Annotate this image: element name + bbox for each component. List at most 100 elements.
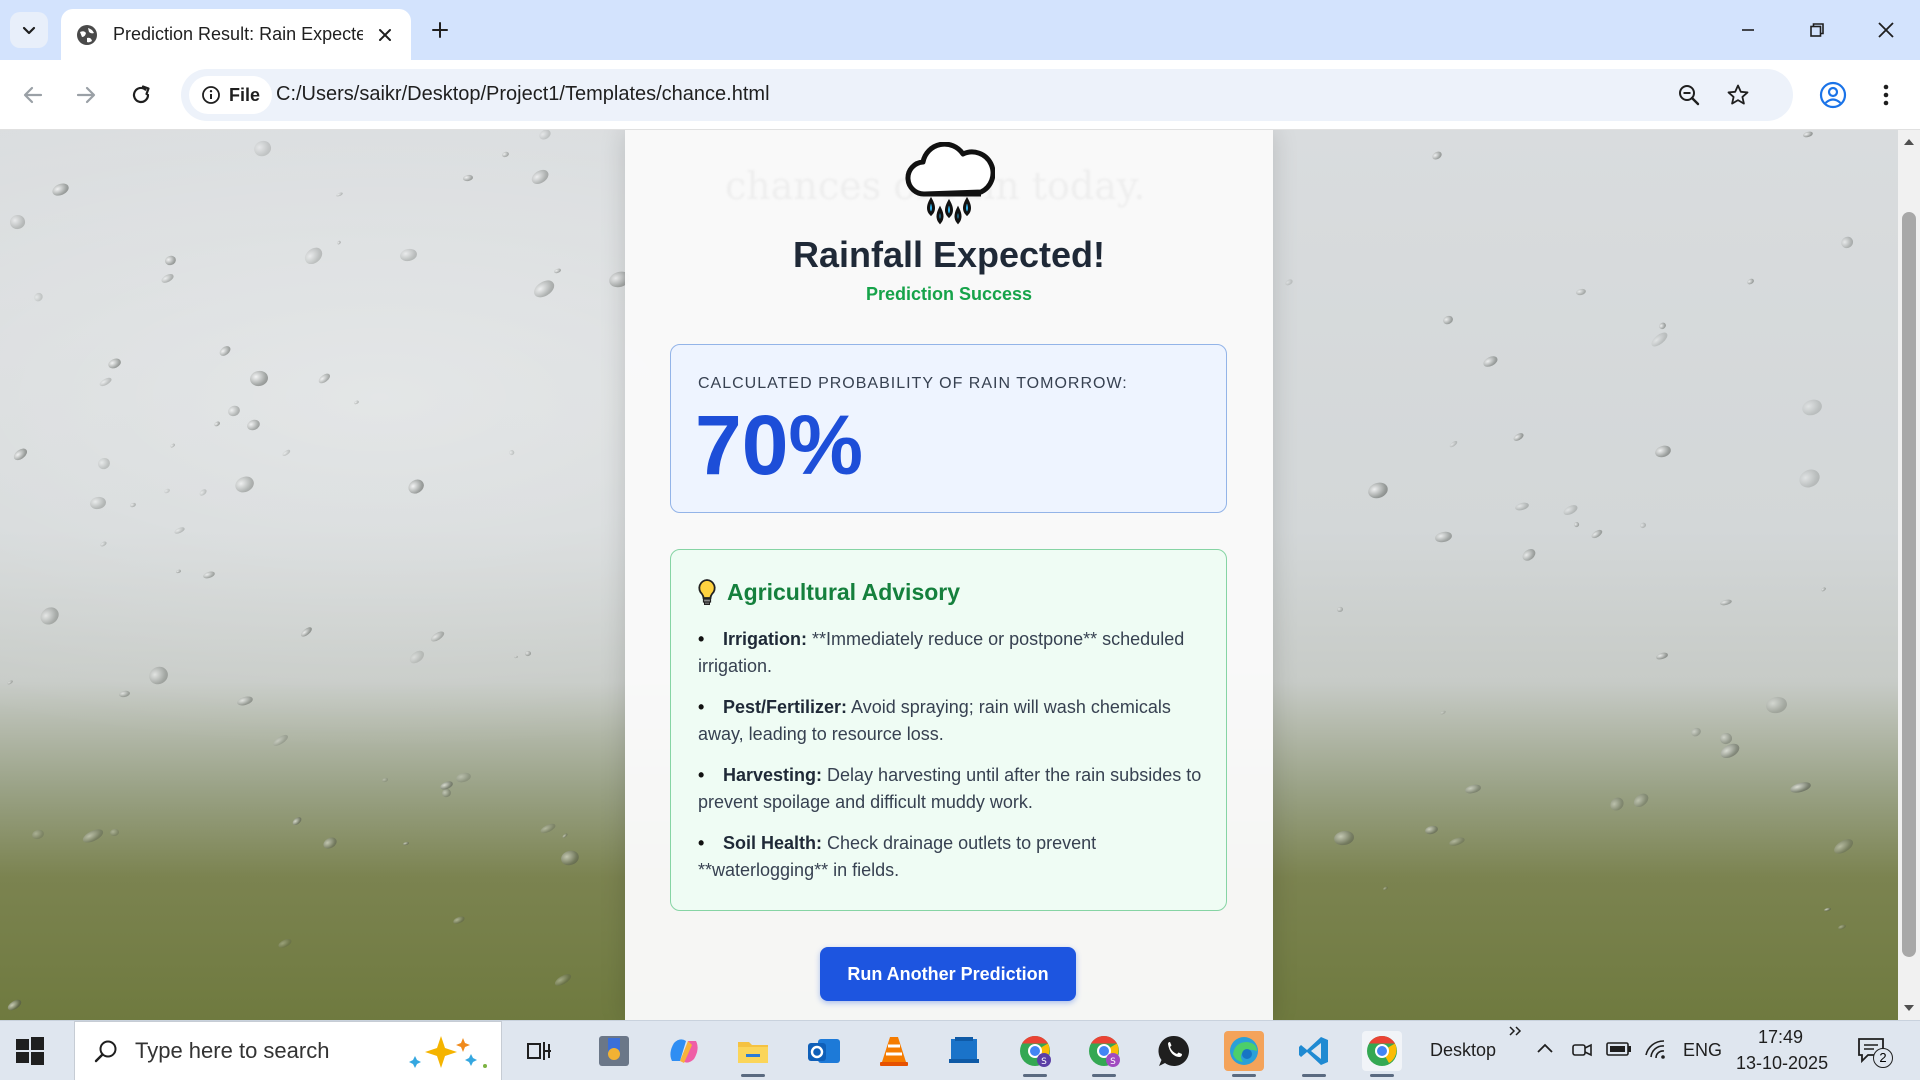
double-chevron-icon[interactable] [1508, 1025, 1522, 1037]
rain-drop [1520, 546, 1538, 563]
scroll-down-arrow[interactable] [1903, 1002, 1915, 1014]
taskbar-app-copilot[interactable] [664, 1031, 704, 1071]
desktop-toolbar-label[interactable]: Desktop [1430, 1040, 1496, 1061]
taskbar-app-vscode[interactable] [1294, 1031, 1334, 1077]
taskbar-search-box[interactable]: Type here to search [74, 1021, 502, 1080]
windows-start-icon[interactable] [14, 1035, 46, 1067]
rain-drop [1434, 530, 1454, 544]
taskbar-app-vlc[interactable] [874, 1031, 914, 1071]
taskbar-app-chrome[interactable] [1362, 1031, 1402, 1077]
zoom-out-icon [1679, 85, 1700, 106]
scroll-up-arrow[interactable] [1903, 136, 1915, 148]
taskbar-app-outlook[interactable] [804, 1031, 844, 1071]
advisory-header: Agricultural Advisory [697, 578, 960, 606]
wifi-icon[interactable] [1644, 1037, 1668, 1061]
rain-drop [109, 828, 120, 837]
bookmark-button[interactable] [1722, 79, 1754, 111]
rain-drop [8, 214, 27, 231]
forward-button[interactable] [66, 75, 106, 115]
task-view-icon [527, 1042, 551, 1060]
task-view-button[interactable] [520, 1031, 560, 1071]
probability-panel: CALCULATED PROBABILITY OF RAIN TOMORROW:… [670, 344, 1227, 513]
browser-tab[interactable]: Prediction Result: Rain Expected [61, 9, 411, 60]
rain-drop [146, 663, 171, 687]
window-close-button[interactable] [1866, 10, 1906, 50]
rain-drop [507, 448, 515, 456]
bullet-marker: • [698, 629, 705, 649]
rain-drop [1448, 439, 1459, 449]
store-icon [949, 1037, 979, 1063]
back-button[interactable] [13, 75, 53, 115]
restore-icon [1810, 23, 1824, 37]
taskbar-app-file-explorer[interactable] [733, 1031, 773, 1077]
tab-close-button[interactable] [373, 23, 397, 47]
meet-now-icon[interactable] [1571, 1039, 1593, 1061]
running-indicator [1232, 1074, 1256, 1077]
taskbar-app-chrome-profile-2[interactable]: S [1084, 1031, 1124, 1077]
rain-drop [1802, 130, 1814, 139]
profile-button[interactable] [1813, 75, 1853, 115]
clock-time[interactable]: 17:49 [1758, 1027, 1803, 1048]
advisory-list: • Irrigation: **Immediately reduce or pos… [698, 626, 1208, 898]
chevron-up-icon[interactable] [1535, 1041, 1555, 1055]
site-info-chip[interactable]: File [189, 76, 273, 114]
rain-drop [561, 831, 569, 839]
rain-drop [1653, 443, 1673, 459]
arrow-right-icon [76, 86, 96, 104]
taskbar-app-badge[interactable] [594, 1031, 634, 1071]
rain-drop [175, 569, 181, 575]
clock-date[interactable]: 13-10-2025 [1736, 1053, 1828, 1074]
new-tab-button[interactable] [424, 14, 456, 46]
badge-app-icon [599, 1036, 629, 1066]
rain-drop [37, 603, 62, 628]
taskbar-app-store[interactable] [944, 1031, 984, 1071]
running-indicator [1370, 1074, 1394, 1077]
taskbar-app-edge[interactable] [1224, 1031, 1264, 1077]
rain-drop [1799, 397, 1824, 418]
restore-button[interactable] [1797, 10, 1837, 50]
rain-drop [501, 150, 510, 158]
rain-drop [163, 487, 171, 494]
scrollbar-thumb[interactable] [1902, 212, 1916, 957]
rain-drop [160, 272, 175, 285]
rain-drop [321, 835, 339, 852]
rain-drop [381, 777, 389, 783]
page-scrollbar[interactable] [1898, 130, 1920, 1020]
result-card: chances of rain today. Rainfall Expected… [625, 130, 1273, 1020]
battery-icon[interactable] [1606, 1041, 1632, 1057]
rain-drop [99, 540, 108, 548]
rain-drop [1837, 923, 1847, 931]
rain-drop [1717, 740, 1741, 761]
chevron-down-icon [22, 26, 36, 35]
minimize-icon [1742, 29, 1754, 31]
rain-drop [406, 476, 427, 497]
rain-drop [290, 815, 303, 827]
rain-drop [531, 276, 557, 301]
rain-drop [213, 420, 221, 427]
reload-icon [132, 85, 150, 104]
advisory-item-label: Pest/Fertilizer: [723, 697, 848, 717]
notification-center-button[interactable]: 2 [1856, 1035, 1896, 1069]
search-placeholder: Type here to search [135, 1038, 330, 1063]
minimize-button[interactable] [1728, 10, 1768, 50]
rain-drop [316, 372, 332, 386]
rain-drop [1788, 780, 1812, 795]
url-text[interactable]: C:/Users/saikr/Desktop/Project1/Template… [276, 83, 770, 106]
outlook-icon [808, 1039, 840, 1063]
address-bar[interactable]: File C:/Users/saikr/Desktop/Project1/Tem… [181, 69, 1793, 121]
zoom-button[interactable] [1673, 79, 1705, 111]
tab-search-button[interactable] [10, 12, 48, 48]
language-indicator[interactable]: ENG [1683, 1040, 1722, 1061]
reload-button[interactable] [121, 75, 161, 115]
run-another-prediction-button[interactable]: Run Another Prediction [820, 947, 1076, 1001]
rain-drop [106, 356, 122, 370]
advisory-item-label: Harvesting: [723, 765, 823, 785]
rain-drop [398, 247, 418, 263]
taskbar-app-chrome-profile-1[interactable]: S [1015, 1031, 1055, 1077]
browser-menu-button[interactable] [1866, 75, 1906, 115]
rain-drop [98, 376, 113, 388]
rain-drop [232, 474, 257, 496]
taskbar-app-whatsapp[interactable] [1154, 1031, 1194, 1071]
rain-drop [281, 448, 292, 458]
arrow-left-icon [23, 86, 43, 104]
